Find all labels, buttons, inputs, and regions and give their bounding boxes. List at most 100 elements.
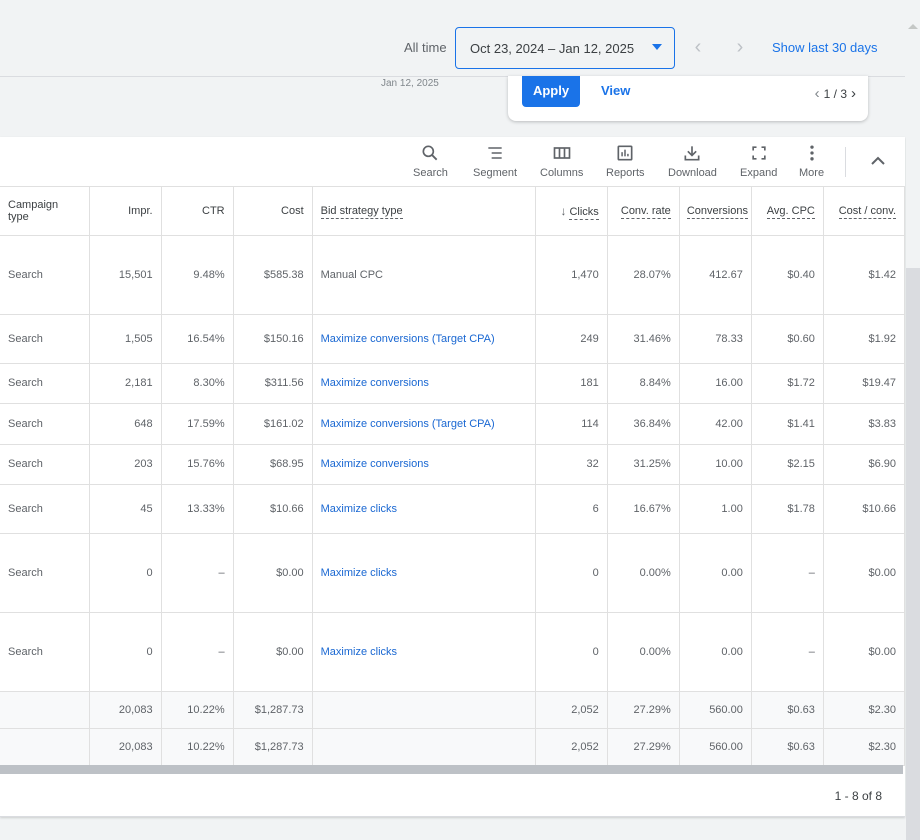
cell-ctr: 17.59% (161, 403, 234, 445)
toolbar-more-label: More (799, 167, 825, 179)
cell-avg-cpc: $1.78 (751, 484, 824, 534)
total-campaign-type (0, 691, 90, 729)
cell-conv-rate: 8.84% (607, 363, 680, 404)
cell-conv-rate: 0.00% (607, 533, 680, 613)
search-icon (422, 145, 438, 161)
cell-cost-per-conv: $19.47 (823, 363, 906, 404)
toolbar-search-button[interactable]: Search (413, 143, 448, 179)
toolbar-columns-button[interactable]: Columns (540, 143, 583, 179)
show-last-30-days-link[interactable]: Show last 30 days (772, 40, 878, 55)
scroll-up-arrow-icon[interactable] (908, 24, 918, 29)
campaign-table-panel: Search Segment Columns Reports Download … (0, 137, 906, 817)
apply-button[interactable]: Apply (522, 76, 580, 107)
cell-bid-strategy-type[interactable]: Maximize clicks (312, 612, 536, 692)
toolbar-download-button[interactable]: Download (668, 143, 717, 179)
cell-bid-strategy-type[interactable]: Maximize clicks (312, 484, 536, 534)
previous-period-button[interactable]: ‹ (686, 34, 710, 60)
total-ctr: 10.22% (161, 728, 234, 766)
cell-cost-per-conv: $0.00 (823, 533, 906, 613)
table-row[interactable]: Search 1,505 16.54% $150.16 Maximize convers… (0, 314, 906, 364)
total-cost: $1,287.73 (233, 728, 313, 766)
cell-clicks: 6 (535, 484, 608, 534)
cell-impr: 2,181 (89, 363, 162, 404)
chevron-right-icon[interactable]: › (851, 85, 856, 102)
next-period-button[interactable]: › (728, 34, 752, 60)
cell-cost: $150.16 (233, 314, 313, 364)
total-cost-per-conv: $2.30 (823, 728, 906, 766)
total-clicks: 2,052 (535, 728, 608, 766)
cell-clicks: 0 (535, 612, 608, 692)
toolbar-reports-button[interactable]: Reports (606, 143, 645, 179)
cell-bid-strategy-type[interactable]: Maximize conversions (Target CPA) (312, 314, 536, 364)
total-cost-per-conv: $2.30 (823, 691, 906, 729)
cell-clicks: 32 (535, 444, 608, 485)
cell-campaign-type: Search (0, 403, 90, 445)
cell-cost-per-conv: $0.00 (823, 612, 906, 692)
cell-bid-strategy-type[interactable]: Maximize conversions (Target CPA) (312, 403, 536, 445)
total-conversions: 560.00 (679, 691, 752, 729)
cell-cost-per-conv: $3.83 (823, 403, 906, 445)
cell-cost: $311.56 (233, 363, 313, 404)
total-conv-rate: 27.29% (607, 728, 680, 766)
col-header-bid-strategy-type[interactable]: Bid strategy type (312, 187, 536, 236)
cell-impr: 1,505 (89, 314, 162, 364)
cell-impr: 203 (89, 444, 162, 485)
total-conv-rate: 27.29% (607, 691, 680, 729)
cell-avg-cpc: – (751, 612, 824, 692)
col-header-campaign-type[interactable]: Campaign type (0, 187, 90, 236)
cell-bid-strategy-type[interactable]: Maximize conversions (312, 444, 536, 485)
toolbar-search-label: Search (413, 167, 448, 179)
col-header-label: Avg. CPC (766, 204, 815, 219)
total-avg-cpc: $0.63 (751, 728, 824, 766)
total-conversions: 560.00 (679, 728, 752, 766)
reports-icon (617, 145, 633, 161)
chevron-up-icon[interactable] (866, 151, 890, 171)
cell-cost: $161.02 (233, 403, 313, 445)
toolbar-segment-button[interactable]: Segment (473, 143, 517, 179)
toolbar-columns-label: Columns (540, 167, 584, 179)
table-row[interactable]: Search 0– $0.00 Maximize clicks 0 0.00% 0.00– $… (0, 533, 906, 613)
col-header-label: Impr. (128, 204, 153, 217)
chevron-left-icon[interactable]: ‹ (815, 85, 820, 102)
col-header-cost-per-conv[interactable]: Cost / conv. (823, 187, 906, 236)
total-avg-cpc: $0.63 (751, 691, 824, 729)
campaign-table: Campaign type Impr. CTR Cost Bid strateg… (0, 187, 906, 766)
col-header-ctr[interactable]: CTR (161, 187, 234, 236)
cell-ctr: 9.48% (161, 235, 234, 315)
cell-cost: $68.95 (233, 444, 313, 485)
total-clicks: 2,052 (535, 691, 608, 729)
toolbar-more-button[interactable]: More (799, 143, 824, 179)
table-row[interactable]: Search 0– $0.00 Maximize clicks 0 0.00% 0.00– $… (0, 612, 906, 692)
cell-avg-cpc: $0.60 (751, 314, 824, 364)
col-header-avg-cpc[interactable]: Avg. CPC (751, 187, 824, 236)
cell-bid-strategy-type[interactable]: Maximize conversions (312, 363, 536, 404)
table-row[interactable]: Search 648 17.59% $161.02 Maximize conversio… (0, 403, 906, 445)
cell-clicks: 249 (535, 314, 608, 364)
cell-conv-rate: 31.46% (607, 314, 680, 364)
table-row[interactable]: Search 15,501 9.48% $585.38 Manual CPC 1,470 2… (0, 235, 906, 315)
date-range-dropdown[interactable]: Oct 23, 2024 – Jan 12, 2025 (455, 27, 675, 69)
cell-impr: 15,501 (89, 235, 162, 315)
col-header-clicks[interactable]: ↓ Clicks (535, 187, 608, 236)
toolbar-expand-button[interactable]: Expand (740, 143, 777, 179)
total-bid-strategy-type (312, 728, 536, 766)
date-bar: All time Oct 23, 2024 – Jan 12, 2025 ‹ ›… (0, 0, 905, 77)
cell-conversions: 78.33 (679, 314, 752, 364)
cell-ctr: – (161, 612, 234, 692)
table-row[interactable]: Search 45 13.33% $10.66 Maximize clicks 6 16.6… (0, 484, 906, 534)
vertical-scrollbar-thumb[interactable] (906, 268, 920, 840)
cell-conversions: 16.00 (679, 363, 752, 404)
col-header-label: Conversions (686, 204, 748, 219)
col-header-impr[interactable]: Impr. (89, 187, 162, 236)
table-row[interactable]: Search 203 15.76% $68.95 Maximize conversion… (0, 444, 906, 485)
col-header-cost[interactable]: Cost (233, 187, 313, 236)
col-header-conv-rate[interactable]: Conv. rate (607, 187, 680, 236)
view-button[interactable]: View (601, 83, 630, 98)
col-header-label: CTR (202, 204, 225, 217)
table-row[interactable]: Search 2,181 8.30% $311.56 Maximize conversi… (0, 363, 906, 404)
horizontal-scrollbar[interactable] (0, 765, 903, 774)
col-header-conversions[interactable]: Conversions (679, 187, 752, 236)
cell-bid-strategy-type[interactable]: Maximize clicks (312, 533, 536, 613)
cell-cost: $0.00 (233, 533, 313, 613)
chart-end-date-label: Jan 12, 2025 (381, 78, 439, 89)
